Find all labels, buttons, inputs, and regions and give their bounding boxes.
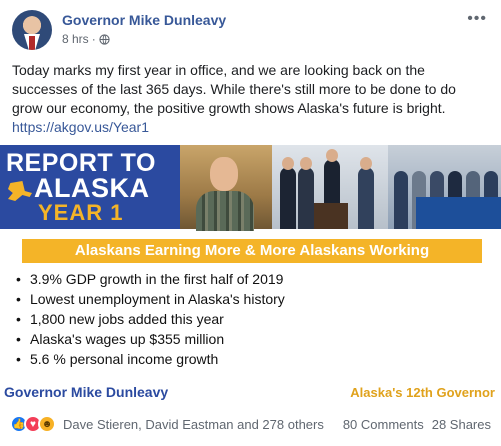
banner-photo-governor (180, 145, 272, 231)
headline-bar: Alaskans Earning More & More Alaskans Wo… (22, 239, 482, 263)
post-image[interactable]: REPORT TO ALASKA YEAR 1 Alaskans Earning… (0, 145, 501, 407)
list-item: Alaska's wages up $355 million (16, 329, 476, 349)
post-link[interactable]: https://akgov.us/Year1 (12, 118, 482, 137)
globe-icon[interactable] (99, 33, 110, 45)
post-time[interactable]: 8 hrs (62, 32, 89, 46)
post-body: Today marks my first year in office, and… (12, 61, 482, 137)
list-item: 1,800 new jobs added this year (16, 309, 476, 329)
photo-head (326, 149, 338, 162)
reactors-text[interactable]: Dave Stieren, David Eastman and 278 othe… (63, 417, 324, 432)
meta-separator: · (91, 32, 96, 46)
banner-photo-podium (272, 145, 388, 229)
photo-table (416, 197, 501, 229)
list-item: Lowest unemployment in Alaska's history (16, 289, 476, 309)
photo-podium (314, 203, 348, 229)
comments-count[interactable]: 80 Comments (343, 417, 424, 432)
engagement-bar: 👍 ♥ ☻ Dave Stieren, David Eastman and 27… (10, 412, 491, 436)
engagement-counts: 80 Comments 28 Shares (343, 417, 491, 432)
photo-person (280, 167, 296, 229)
avatar[interactable] (12, 10, 52, 50)
more-options-icon[interactable]: ••• (467, 10, 487, 28)
report-banner: REPORT TO ALASKA YEAR 1 (0, 145, 501, 231)
avatar-tie (29, 36, 35, 50)
author-name[interactable]: Governor Mike Dunleavy (62, 12, 226, 28)
graphic-footer-name: Governor Mike Dunleavy (4, 384, 169, 400)
post-message: Today marks my first year in office, and… (12, 62, 456, 116)
haha-icon[interactable]: ☻ (38, 415, 56, 433)
photo-head (300, 157, 312, 170)
banner-title-block: REPORT TO ALASKA YEAR 1 (0, 145, 180, 229)
graphic-footer-title: Alaska's 12th Governor (350, 385, 495, 400)
photo-person (394, 171, 408, 229)
photo-head (282, 157, 294, 170)
reaction-icons[interactable]: 👍 ♥ ☻ (10, 415, 56, 433)
photo-body (196, 191, 254, 231)
graphic-headline: Alaskans Earning More & More Alaskans Wo… (74, 242, 430, 259)
post-meta: 8 hrs · (62, 32, 110, 46)
stats-list: 3.9% GDP growth in the first half of 201… (16, 269, 476, 369)
list-item: 3.9% GDP growth in the first half of 201… (16, 269, 476, 289)
photo-face (210, 157, 238, 191)
banner-photo-signing (388, 145, 501, 229)
post-header: Governor Mike Dunleavy 8 hrs · ••• (10, 8, 491, 52)
photo-person (298, 167, 314, 229)
photo-head (360, 157, 372, 170)
alaska-map-icon (8, 181, 32, 201)
shares-count[interactable]: 28 Shares (432, 417, 491, 432)
list-item: 5.6 % personal income growth (16, 349, 476, 369)
photo-person (358, 167, 374, 229)
banner-title-line3: YEAR 1 (38, 200, 124, 225)
